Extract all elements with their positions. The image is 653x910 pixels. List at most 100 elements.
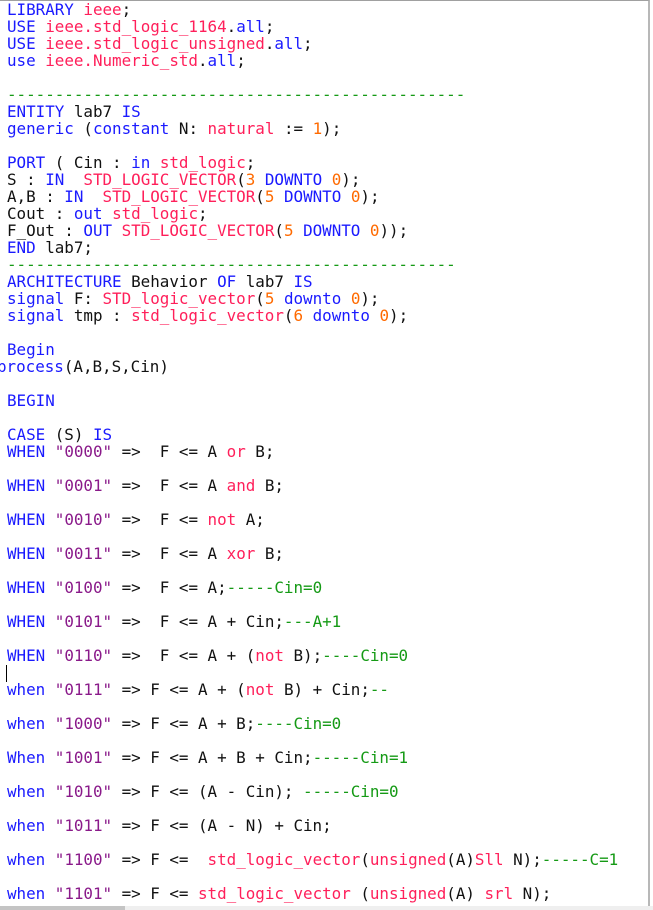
keyword-token: all <box>207 51 237 70</box>
type-token: unsigned <box>369 884 447 903</box>
code-line: BEGIN <box>7 392 618 409</box>
text-token: => F <= A + Cin; <box>112 612 284 631</box>
text-token: ( <box>360 850 370 869</box>
text-token: B; <box>255 544 284 563</box>
keyword-token: downto <box>312 306 370 325</box>
text-token: B; <box>255 476 284 495</box>
keyword-token: all <box>274 34 304 53</box>
code-line: USE ieee.std_logic_unsigned.all; <box>7 35 618 52</box>
type-token: natural <box>207 119 275 138</box>
code-line: When "1001" => F <= A + B + Cin;-----Cin… <box>7 749 618 766</box>
comment-token: -----Cin=0 <box>226 578 323 597</box>
code-line: when "1010" => F <= (A - Cin); -----Cin=… <box>7 783 618 800</box>
code-line: signal tmp : std_logic_vector(6 downto 0… <box>7 307 618 324</box>
string-token: "1100" <box>54 850 113 869</box>
code-line: PORT ( Cin : in std_logic; <box>7 154 618 171</box>
text-token: ); <box>322 119 342 138</box>
text-token: B); <box>283 646 323 665</box>
horizontal-scrollbar[interactable] <box>0 906 653 910</box>
text-token: => F <= <box>112 850 208 869</box>
string-token: "1000" <box>54 714 113 733</box>
code-line: when "0111" => F <= A + (not B) + Cin;-- <box>7 681 618 698</box>
comment-token: ----Cin=0 <box>322 646 409 665</box>
comment-token: -----Cin=0 <box>303 782 399 801</box>
text-token: => F <= (A - Cin); <box>112 782 304 801</box>
code-line: Cout : out std_logic; <box>7 205 618 222</box>
code-line: A,B : IN STD_LOGIC_VECTOR(5 DOWNTO 0); <box>7 188 618 205</box>
string-token: "0011" <box>54 544 113 563</box>
code-line: ----------------------------------------… <box>7 256 618 273</box>
text-token: ( <box>274 221 284 240</box>
type-token: not <box>207 510 237 529</box>
keyword-token: when <box>7 884 46 903</box>
type-token: not <box>255 646 284 665</box>
text-token: A; <box>236 510 265 529</box>
code-line: when "1011" => F <= (A - N) + Cin; <box>7 817 618 834</box>
string-token: "0101" <box>54 612 113 631</box>
text-token: ; <box>236 51 246 70</box>
text-token: ( <box>350 884 370 903</box>
type-token: std_logic_vector <box>198 884 351 903</box>
code-line: S : IN STD_LOGIC_VECTOR(3 DOWNTO 0); <box>7 171 618 188</box>
type-token: not <box>245 680 275 699</box>
code-line: WHEN "0101" => F <= A + Cin;---A+1 <box>7 613 618 630</box>
code-line: generic (constant N: natural := 1); <box>7 120 618 137</box>
text-token: => F <= <box>112 884 198 903</box>
type-token: STD_LOGIC_VECTOR <box>121 221 275 240</box>
type-token: std_logic_vector <box>207 850 361 869</box>
string-token: "0110" <box>54 646 113 665</box>
type-token: xor <box>226 544 256 563</box>
code-line: signal F: STD_logic_vector(5 downto 0); <box>7 290 618 307</box>
code-line: process(A,B,S,Cin) <box>0 358 618 375</box>
text-token: => F <= A + B; <box>112 714 256 733</box>
code-editor[interactable]: LIBRARY ieee; USE ieee.std_logic_1164.all… <box>0 0 650 906</box>
string-token: "1001" <box>54 748 113 767</box>
code-line: WHEN "0110" => F <= A + (not B);----Cin=… <box>7 647 618 664</box>
text-cursor <box>6 665 7 682</box>
code-line: Begin <box>7 341 618 358</box>
code-line: ARCHITECTURE Behavior OF lab7 IS <box>7 273 618 290</box>
text-token: ; <box>303 34 313 53</box>
text-token: => F <= A + B + Cin; <box>112 748 313 767</box>
code-line: WHEN "0011" => F <= A xor B; <box>7 545 618 562</box>
number-token: 6 <box>293 306 304 325</box>
scrollbar-thumb[interactable] <box>0 906 125 910</box>
string-token: "0001" <box>54 476 113 495</box>
text-token: . <box>264 34 275 53</box>
type-token: Sll <box>474 850 504 869</box>
code-line: when "1000" => F <= A + B;----Cin=0 <box>7 715 618 732</box>
text-token: => F <= A <box>112 442 227 461</box>
code-line: CASE (S) IS <box>7 426 618 443</box>
number-token: 0 <box>379 306 390 325</box>
keyword-token: constant <box>92 119 170 138</box>
comment-token: -----Cin=1 <box>312 748 409 767</box>
text-token: := <box>274 119 313 138</box>
string-token: "1011" <box>54 816 113 835</box>
code-text[interactable]: LIBRARY ieee; USE ieee.std_logic_1164.all… <box>0 1 618 903</box>
text-token: N: <box>169 119 208 138</box>
string-token: "0100" <box>54 578 113 597</box>
text-token: ); <box>389 306 409 325</box>
